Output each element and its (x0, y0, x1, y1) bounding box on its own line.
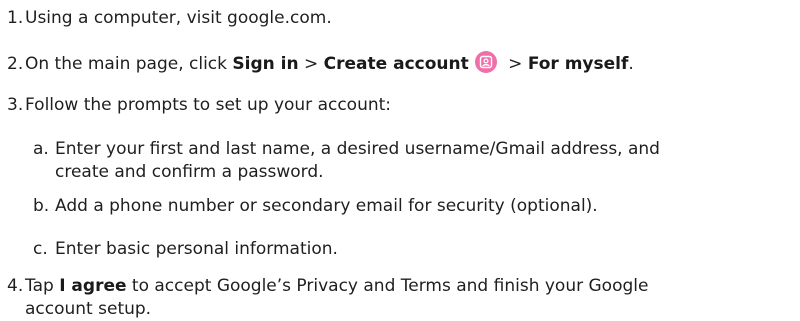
step-1: 1. Using a computer, visit google.com. (7, 7, 790, 30)
step-number: 1. (7, 8, 24, 28)
substep-text-line2: create and confirm a password. (55, 162, 324, 182)
substep-text-line1: Enter your first and last name, a desire… (55, 139, 660, 159)
substep-c: c. Enter basic personal information. (33, 238, 790, 261)
substep-a: a. Enter your first and last name, a desi… (33, 138, 790, 184)
step-number: 2. (7, 54, 24, 74)
step-number: 3. (7, 95, 24, 115)
step-4: 4. Tap I agree to accept Google’s Privacy… (7, 275, 790, 321)
substep-text: Add a phone number or secondary email fo… (55, 196, 598, 216)
substep-letter: c. (33, 239, 48, 259)
separator: > (502, 54, 528, 74)
step-text-line1: to accept Google’s Privacy and Terms and… (126, 276, 649, 296)
step-text-prefix: On the main page, click (25, 54, 233, 74)
create-account-label: Create account (323, 54, 469, 74)
substep-letter: a. (33, 139, 49, 159)
sign-in-label: Sign in (232, 54, 299, 74)
substep-letter: b. (33, 196, 50, 216)
step-text: Using a computer, visit google.com. (25, 8, 332, 28)
step-3: 3. Follow the prompts to set up your acco… (7, 94, 790, 117)
separator: > (298, 54, 324, 74)
step-number: 4. (7, 276, 24, 296)
step-text: Follow the prompts to set up your accoun… (25, 95, 392, 115)
step-text-line2: account setup. (25, 299, 152, 319)
substep-text: Enter basic personal information. (55, 239, 338, 259)
step-2: 2. On the main page, click Sign in > Crea… (7, 51, 790, 76)
i-agree-label: I agree (59, 276, 127, 296)
for-myself-label: For myself (527, 54, 629, 74)
step-text-suffix: . (628, 54, 634, 74)
step-text-prefix: Tap (25, 276, 60, 296)
account-icon (474, 51, 497, 73)
substep-b: b. Add a phone number or secondary email … (33, 195, 790, 218)
